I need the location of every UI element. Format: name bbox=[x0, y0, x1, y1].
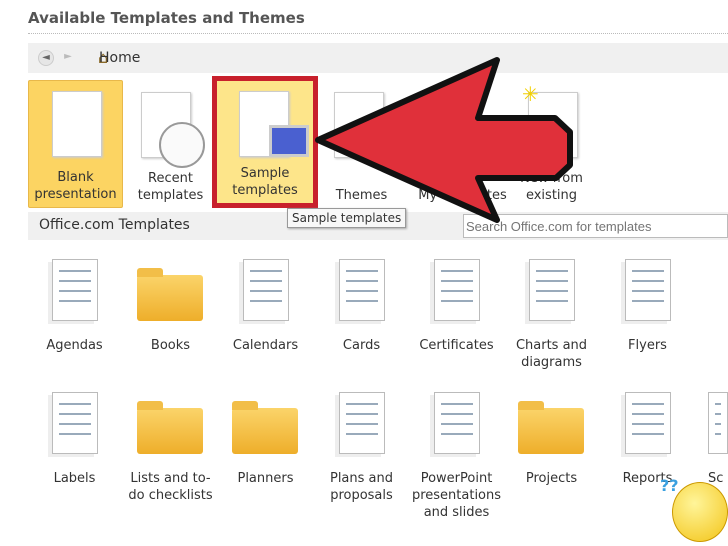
question-marks-icon: ?? bbox=[660, 476, 679, 495]
red-arrow-annotation bbox=[315, 57, 573, 223]
thinking-emoji bbox=[672, 482, 728, 542]
